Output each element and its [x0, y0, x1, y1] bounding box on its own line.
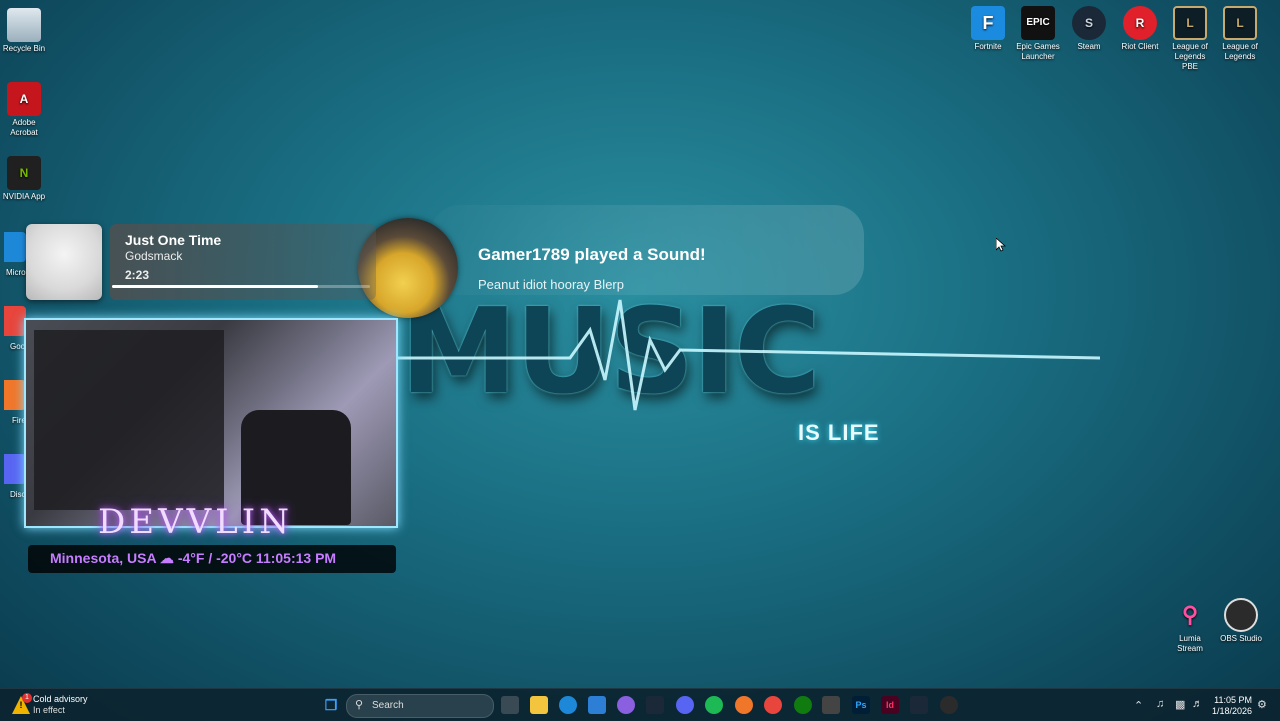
desktop-icon-obs-studio[interactable]: OBS Studio: [1217, 598, 1265, 644]
desktop-icon-riot-client[interactable]: R Riot Client: [1116, 6, 1164, 52]
stream-info-text: Minnesota, USA ☁ -4°F / -20°C 11:05:13 P…: [50, 550, 337, 566]
desktop-icon-label: Recycle Bin: [2, 44, 46, 53]
desktop-icon-epic-games[interactable]: EPIC Epic Games Launcher: [1014, 6, 1062, 62]
webcam-shelf: [34, 330, 224, 510]
copilot-icon[interactable]: [617, 696, 635, 714]
track-time: 2:23: [125, 268, 150, 282]
search-input[interactable]: [346, 694, 494, 718]
file-explorer-icon[interactable]: [530, 696, 548, 714]
track-title: Just One Time: [125, 232, 222, 248]
league-pbe-icon: L: [1173, 6, 1207, 40]
store-icon[interactable]: [588, 696, 606, 714]
weather-badge: 1: [22, 693, 32, 703]
weather-subtitle: In effect: [33, 705, 65, 715]
desktop-icon-label: OBS Studio: [1220, 634, 1262, 643]
nvidia-icon: N: [7, 156, 41, 190]
mouse-cursor-icon: [996, 238, 1006, 252]
clock-time[interactable]: 11:05 PM: [1212, 695, 1252, 705]
chrome-taskbar-icon[interactable]: [764, 696, 782, 714]
search-placeholder: Search: [372, 700, 404, 711]
fortnite-icon: F: [971, 6, 1005, 40]
weather-title: Cold advisory: [33, 694, 88, 704]
desktop-icon-nvidia-app[interactable]: N NVIDIA App: [0, 156, 48, 202]
task-view-icon[interactable]: [501, 696, 519, 714]
alert-title: Gamer1789 played a Sound!: [478, 245, 706, 264]
desktop-icon-label: League of Legends PBE: [1172, 42, 1208, 71]
notification-icon[interactable]: ⚙: [1257, 698, 1267, 711]
clock-date[interactable]: 1/18/2026: [1206, 706, 1252, 716]
indesign-icon[interactable]: Id: [881, 696, 899, 714]
snipping-tool-icon[interactable]: [822, 696, 840, 714]
chevron-up-icon[interactable]: ⌃: [1134, 699, 1143, 712]
alert-message: Peanut idiot hooray Blerp: [478, 277, 624, 292]
track-progress-fill: [112, 285, 319, 288]
xbox-icon[interactable]: [794, 696, 812, 714]
desktop-icon-label: Riot Client: [1121, 42, 1159, 51]
steam-taskbar-icon-2[interactable]: [910, 696, 928, 714]
track-progress-bar: [112, 285, 370, 288]
desktop-icon-steam[interactable]: S Steam: [1065, 6, 1113, 52]
track-artist: Godsmack: [125, 249, 183, 263]
taskbar: ! 1 ❒ ⚲ Search Ps Id Cold advisory In ef…: [0, 688, 1280, 721]
recycle-bin-icon: [7, 8, 41, 42]
microphone-icon[interactable]: ♫: [1156, 698, 1164, 710]
desktop-icon-label: Epic Games Launcher: [1016, 42, 1060, 61]
wallpaper-sub-text: IS LIFE: [798, 420, 880, 445]
desktop-icon-label: Steam: [1077, 42, 1101, 51]
photoshop-icon[interactable]: Ps: [852, 696, 870, 714]
now-playing-widget: Just One Time Godsmack 2:23: [26, 224, 376, 300]
volume-icon[interactable]: ♬: [1192, 698, 1203, 710]
spotify-icon[interactable]: [705, 696, 723, 714]
desktop-icon-lumia-stream[interactable]: ⚲ Lumia Stream: [1166, 598, 1214, 654]
search-icon: ⚲: [355, 699, 364, 711]
desktop-icon-league-pbe[interactable]: L League of Legends PBE: [1166, 6, 1214, 72]
edge-icon[interactable]: [4, 232, 26, 262]
desktop-icon-label: Lumia Stream: [1177, 634, 1203, 653]
edge-taskbar-icon[interactable]: [559, 696, 577, 714]
desktop-icon-recycle-bin[interactable]: Recycle Bin: [0, 8, 48, 54]
desktop-icon-label: Adobe Acrobat: [10, 118, 38, 137]
desktop-icon-fortnite[interactable]: F Fortnite: [964, 6, 1012, 52]
desktop-icon-label: League of Legends: [1222, 42, 1258, 61]
obs-studio-icon: [1224, 598, 1258, 632]
firefox-taskbar-icon[interactable]: [735, 696, 753, 714]
discord-icon[interactable]: [4, 454, 26, 484]
desktop-icon-league[interactable]: L League of Legends: [1216, 6, 1264, 62]
steam-icon: S: [1072, 6, 1106, 40]
discord-taskbar-icon[interactable]: [676, 696, 694, 714]
desktop-icon-label: NVIDIA App: [2, 192, 46, 201]
firefox-icon[interactable]: [4, 380, 26, 410]
network-icon[interactable]: ▩: [1175, 698, 1185, 711]
steam-taskbar-icon[interactable]: [646, 696, 664, 714]
riot-client-icon: R: [1123, 6, 1157, 40]
chrome-icon[interactable]: [4, 306, 26, 336]
webcam-feed: [24, 318, 398, 528]
album-art: [26, 224, 102, 300]
league-icon: L: [1223, 6, 1257, 40]
epic-games-icon: EPIC: [1021, 6, 1055, 40]
obs-taskbar-icon[interactable]: [940, 696, 958, 714]
desktop-icon-adobe-acrobat[interactable]: A Adobe Acrobat: [0, 82, 48, 138]
heartbeat-line: [380, 299, 1100, 411]
start-button[interactable]: ❒: [322, 696, 340, 714]
acrobat-icon: A: [7, 82, 41, 116]
lumia-stream-icon: ⚲: [1181, 602, 1199, 627]
desktop-icon-label: Fortnite: [974, 42, 1002, 51]
streamer-name: DEVVLIN: [98, 502, 293, 542]
